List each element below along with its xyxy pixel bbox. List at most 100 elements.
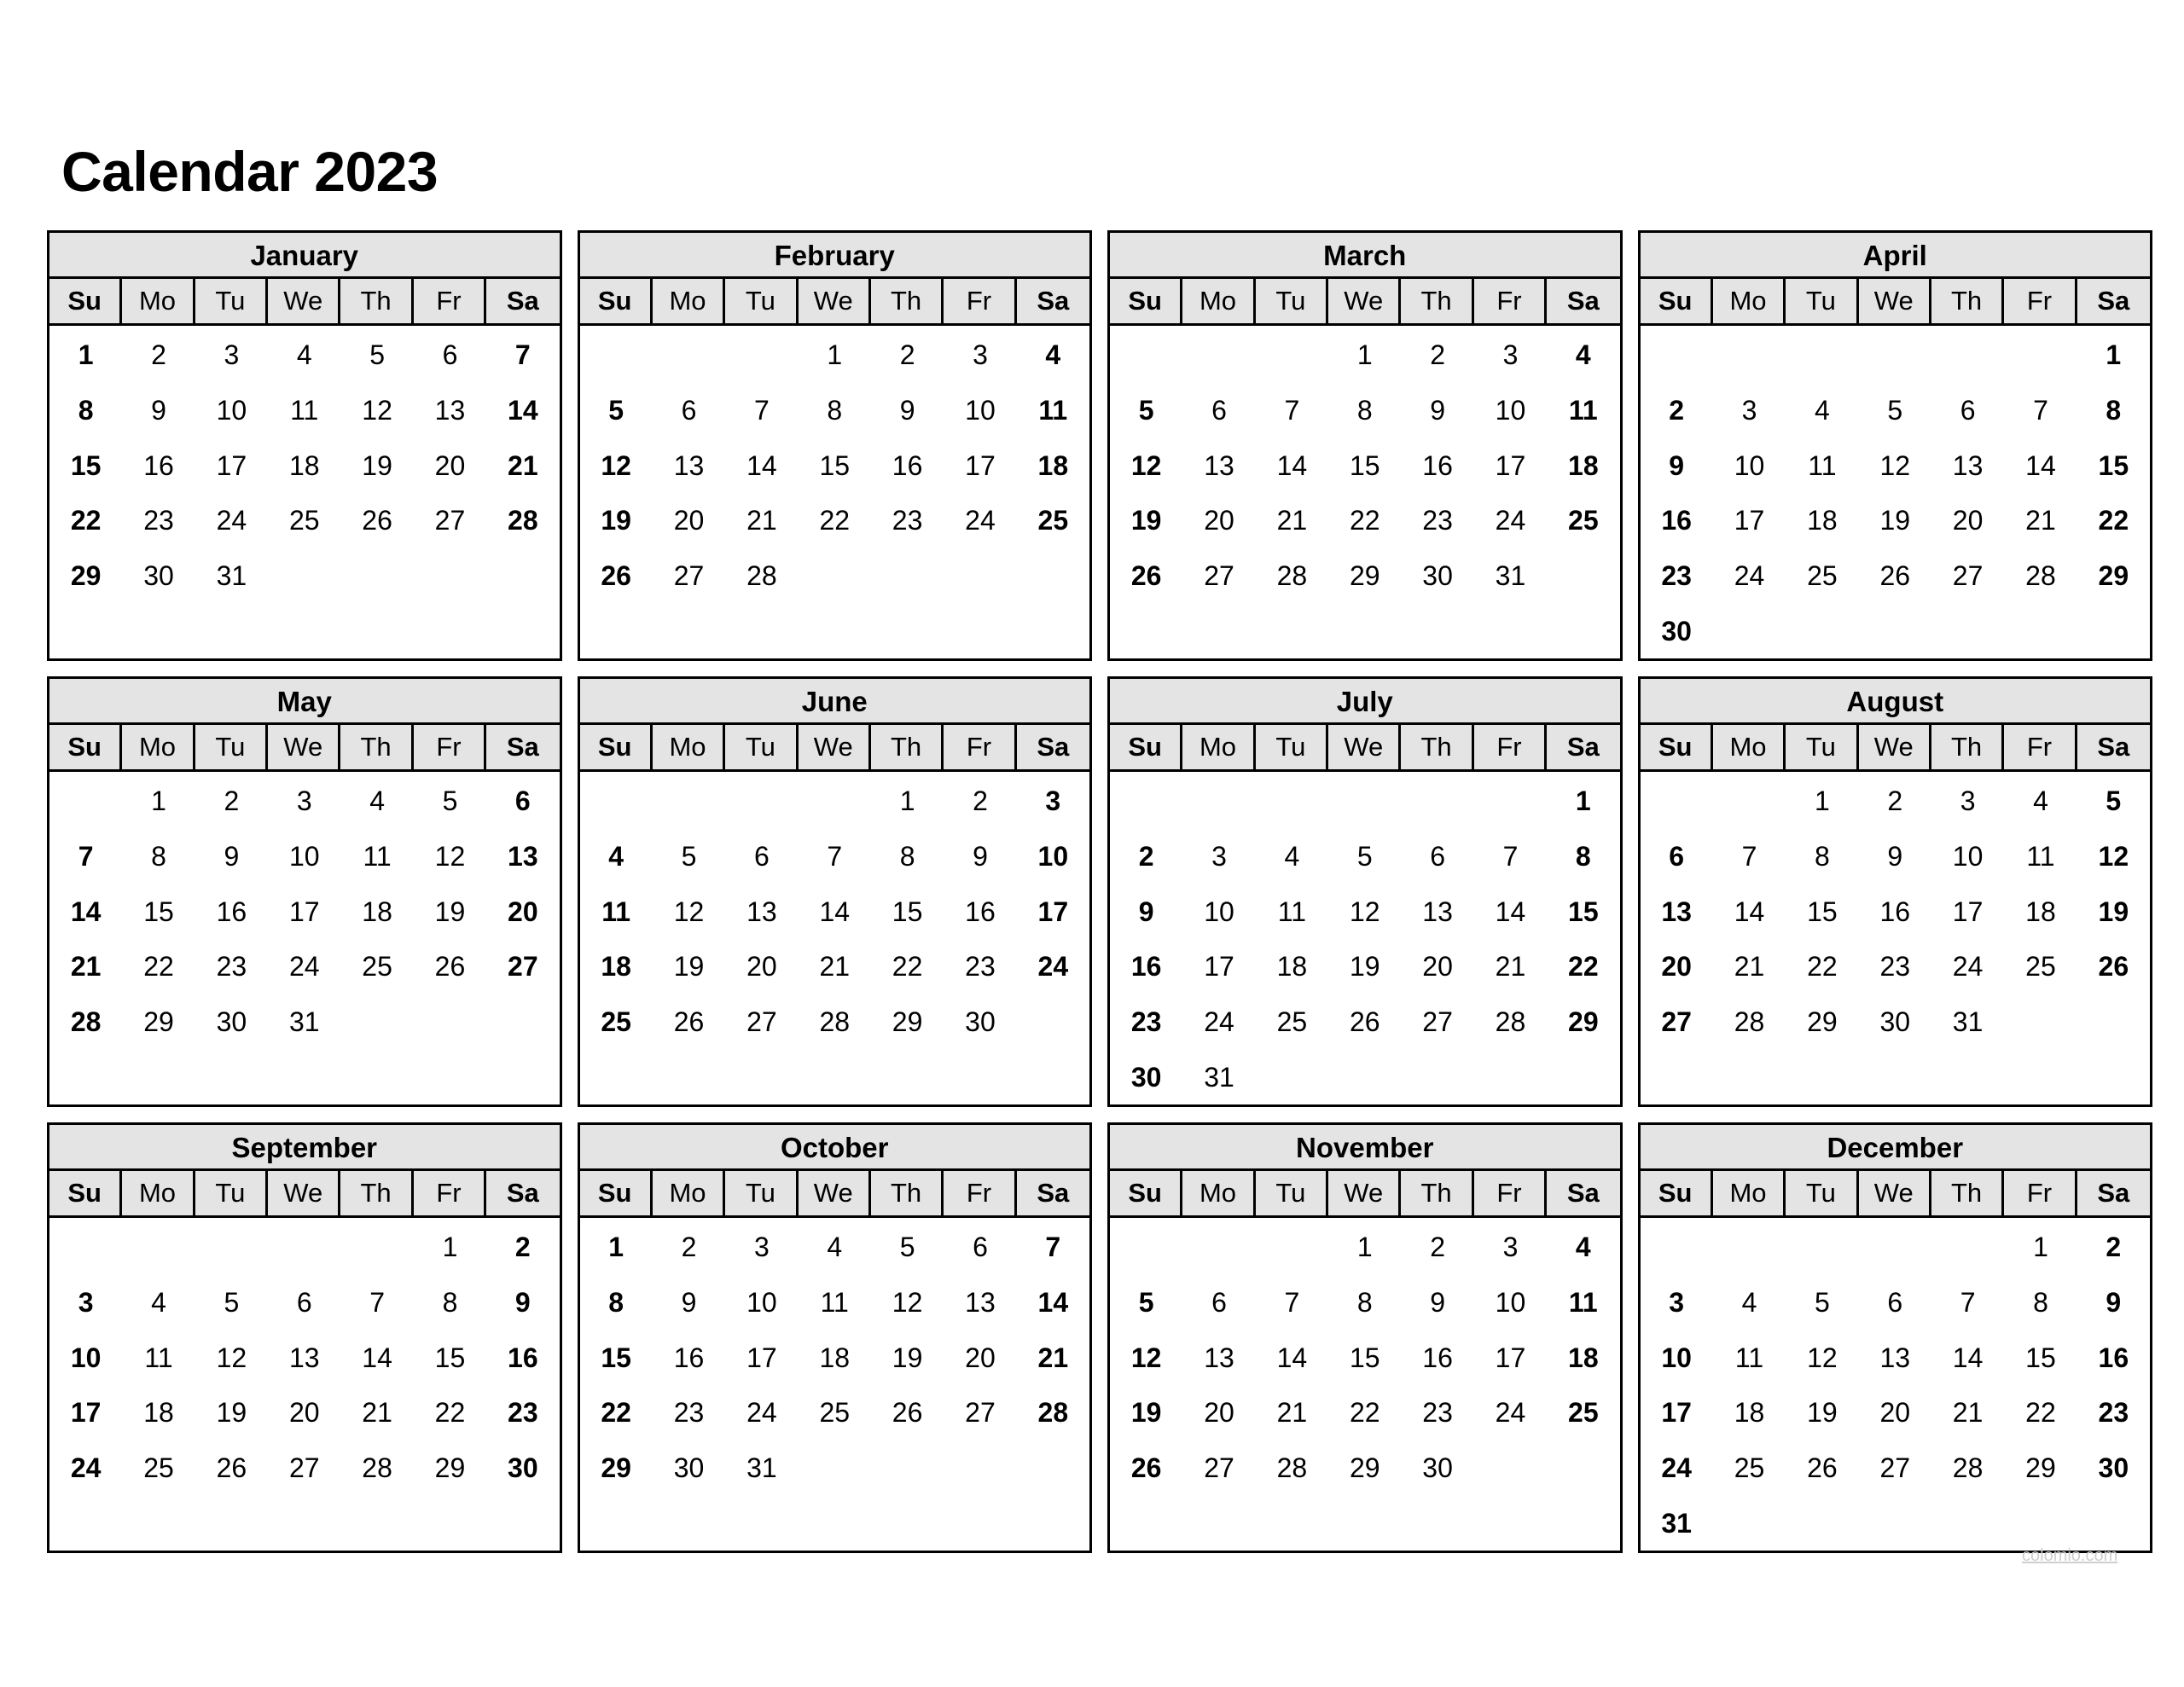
- day-cell[interactable]: 9: [1401, 1275, 1473, 1330]
- day-cell[interactable]: 9: [653, 1275, 725, 1330]
- day-cell[interactable]: 24: [1182, 994, 1255, 1050]
- day-cell[interactable]: 5: [1110, 1275, 1182, 1330]
- day-cell[interactable]: 9: [486, 1275, 559, 1330]
- day-cell[interactable]: 24: [1474, 1385, 1547, 1441]
- day-cell[interactable]: 10: [944, 383, 1016, 438]
- day-cell[interactable]: 25: [1017, 493, 1089, 548]
- day-cell[interactable]: 23: [2077, 1385, 2150, 1441]
- day-cell[interactable]: 11: [1017, 383, 1089, 438]
- day-cell[interactable]: 22: [414, 1385, 486, 1441]
- day-cell[interactable]: 25: [1547, 493, 1619, 548]
- day-cell[interactable]: 29: [2077, 548, 2150, 604]
- day-cell[interactable]: 11: [799, 1275, 871, 1330]
- day-cell[interactable]: 7: [49, 829, 122, 884]
- day-cell[interactable]: 18: [1786, 493, 1858, 548]
- day-cell[interactable]: 3: [725, 1220, 798, 1275]
- day-cell[interactable]: 23: [1401, 1385, 1473, 1441]
- day-cell[interactable]: 21: [2004, 493, 2077, 548]
- day-cell[interactable]: 22: [1786, 939, 1858, 994]
- day-cell[interactable]: 27: [1182, 1441, 1255, 1496]
- day-cell[interactable]: 7: [1931, 1275, 2004, 1330]
- day-cell[interactable]: 13: [944, 1275, 1016, 1330]
- day-cell[interactable]: 7: [725, 383, 798, 438]
- day-cell[interactable]: 13: [1182, 438, 1255, 493]
- day-cell[interactable]: 19: [340, 438, 413, 493]
- day-cell[interactable]: 18: [268, 438, 340, 493]
- day-cell[interactable]: 9: [1401, 383, 1473, 438]
- day-cell[interactable]: 23: [1401, 493, 1473, 548]
- day-cell[interactable]: 10: [1474, 1275, 1547, 1330]
- day-cell[interactable]: 23: [1859, 939, 1931, 994]
- day-cell[interactable]: 12: [1786, 1330, 1858, 1385]
- day-cell[interactable]: 4: [268, 328, 340, 383]
- day-cell[interactable]: 9: [122, 383, 195, 438]
- day-cell[interactable]: 13: [414, 383, 486, 438]
- day-cell[interactable]: 5: [340, 328, 413, 383]
- day-cell[interactable]: 27: [725, 994, 798, 1050]
- day-cell[interactable]: 19: [195, 1385, 268, 1441]
- day-cell[interactable]: 30: [1401, 548, 1473, 604]
- day-cell[interactable]: 29: [1328, 1441, 1401, 1496]
- day-cell[interactable]: 25: [340, 939, 413, 994]
- day-cell[interactable]: 6: [1931, 383, 2004, 438]
- day-cell[interactable]: 22: [1328, 1385, 1401, 1441]
- day-cell[interactable]: 13: [268, 1330, 340, 1385]
- day-cell[interactable]: 2: [195, 774, 268, 829]
- day-cell[interactable]: 26: [1328, 994, 1401, 1050]
- day-cell[interactable]: 28: [1256, 548, 1328, 604]
- day-cell[interactable]: 22: [2004, 1385, 2077, 1441]
- day-cell[interactable]: 12: [1110, 438, 1182, 493]
- day-cell[interactable]: 5: [1859, 383, 1931, 438]
- day-cell[interactable]: 28: [1474, 994, 1547, 1050]
- day-cell[interactable]: 27: [268, 1441, 340, 1496]
- day-cell[interactable]: 4: [1786, 383, 1858, 438]
- day-cell[interactable]: 24: [49, 1441, 122, 1496]
- day-cell[interactable]: 8: [49, 383, 122, 438]
- day-cell[interactable]: 17: [1474, 1330, 1547, 1385]
- day-cell[interactable]: 16: [653, 1330, 725, 1385]
- day-cell[interactable]: 16: [1401, 438, 1473, 493]
- day-cell[interactable]: 17: [49, 1385, 122, 1441]
- day-cell[interactable]: 15: [1328, 1330, 1401, 1385]
- day-cell[interactable]: 31: [1474, 548, 1547, 604]
- day-cell[interactable]: 20: [414, 438, 486, 493]
- day-cell[interactable]: 30: [653, 1441, 725, 1496]
- day-cell[interactable]: 18: [1713, 1385, 1786, 1441]
- day-cell[interactable]: 6: [1401, 829, 1473, 884]
- day-cell[interactable]: 16: [1401, 1330, 1473, 1385]
- day-cell[interactable]: 26: [1110, 548, 1182, 604]
- day-cell[interactable]: 21: [49, 939, 122, 994]
- day-cell[interactable]: 28: [486, 493, 559, 548]
- day-cell[interactable]: 1: [799, 328, 871, 383]
- day-cell[interactable]: 2: [653, 1220, 725, 1275]
- day-cell[interactable]: 2: [486, 1220, 559, 1275]
- day-cell[interactable]: 24: [268, 939, 340, 994]
- day-cell[interactable]: 27: [414, 493, 486, 548]
- day-cell[interactable]: 11: [268, 383, 340, 438]
- day-cell[interactable]: 29: [1328, 548, 1401, 604]
- day-cell[interactable]: 28: [1256, 1441, 1328, 1496]
- day-cell[interactable]: 19: [871, 1330, 944, 1385]
- day-cell[interactable]: 22: [1328, 493, 1401, 548]
- day-cell[interactable]: 22: [49, 493, 122, 548]
- day-cell[interactable]: 11: [2004, 829, 2077, 884]
- day-cell[interactable]: 31: [268, 994, 340, 1050]
- day-cell[interactable]: 7: [340, 1275, 413, 1330]
- day-cell[interactable]: 16: [195, 884, 268, 939]
- day-cell[interactable]: 8: [871, 829, 944, 884]
- day-cell[interactable]: 23: [486, 1385, 559, 1441]
- day-cell[interactable]: 10: [195, 383, 268, 438]
- day-cell[interactable]: 17: [1474, 438, 1547, 493]
- day-cell[interactable]: 9: [1859, 829, 1931, 884]
- day-cell[interactable]: 2: [1401, 1220, 1473, 1275]
- day-cell[interactable]: 19: [1110, 1385, 1182, 1441]
- day-cell[interactable]: 29: [49, 548, 122, 604]
- day-cell[interactable]: 2: [122, 328, 195, 383]
- day-cell[interactable]: 15: [1786, 884, 1858, 939]
- day-cell[interactable]: 1: [871, 774, 944, 829]
- day-cell[interactable]: 7: [1256, 1275, 1328, 1330]
- day-cell[interactable]: 29: [414, 1441, 486, 1496]
- day-cell[interactable]: 20: [725, 939, 798, 994]
- day-cell[interactable]: 8: [1328, 1275, 1401, 1330]
- day-cell[interactable]: 25: [1547, 1385, 1619, 1441]
